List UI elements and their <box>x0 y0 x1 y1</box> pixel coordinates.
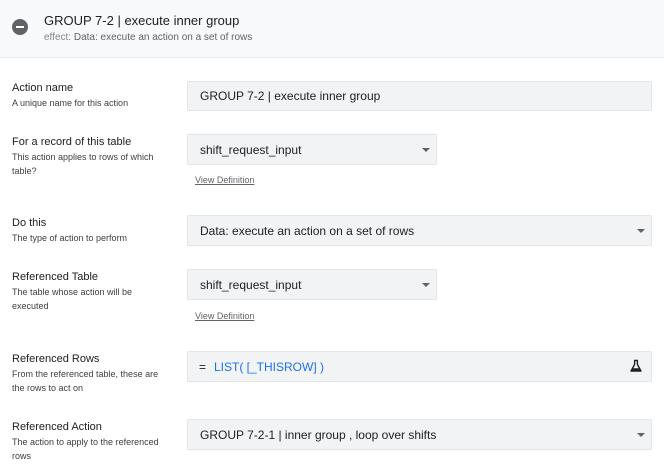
ref-table-label-block: Referenced Table The table whose action … <box>12 271 162 313</box>
action-name-value: GROUP 7-2 | execute inner group <box>200 89 381 103</box>
ref-action-value: GROUP 7-2-1 | inner group , loop over sh… <box>200 427 437 442</box>
expression-equals-sign: = <box>199 360 207 374</box>
ref-table-select[interactable]: shift_request_input <box>187 269 437 300</box>
ref-table-view-definition-link[interactable]: View Definition <box>195 311 254 321</box>
action-name-label: Action name <box>12 82 74 94</box>
ref-action-dropdown-arrow-icon <box>637 432 645 437</box>
table-help: This action applies to rows of which tab… <box>12 152 154 176</box>
table-label: For a record of this table <box>12 136 132 148</box>
ref-table-dropdown-arrow-icon <box>422 282 430 287</box>
ref-table-help: The table whose action will be executed <box>12 287 133 311</box>
ref-rows-expression: LIST( [_THISROW] ) <box>214 360 325 374</box>
ref-action-help: The action to apply to the referenced ro… <box>12 437 159 461</box>
do-this-label: Do this <box>12 217 47 229</box>
table-dropdown-arrow-icon <box>422 147 430 152</box>
action-title: GROUP 7-2 | execute inner group <box>44 13 240 28</box>
collapse-minus-icon[interactable] <box>12 19 28 35</box>
do-this-help: The type of action to perform <box>12 233 128 243</box>
table-select[interactable]: shift_request_input <box>187 134 437 165</box>
action-header[interactable]: GROUP 7-2 | execute inner group effect: … <box>0 0 664 58</box>
do-this-select[interactable]: Data: execute an action on a set of rows <box>187 215 652 246</box>
ref-rows-help: From the referenced table, these are the… <box>12 369 159 393</box>
ref-rows-label: Referenced Rows <box>12 353 100 365</box>
ref-action-select[interactable]: GROUP 7-2-1 | inner group , loop over sh… <box>187 419 652 450</box>
flask-icon[interactable] <box>629 359 643 373</box>
ref-rows-expression-input[interactable]: = LIST( [_THISROW] ) <box>187 351 652 382</box>
ref-rows-label-block: Referenced Rows From the referenced tabl… <box>12 353 162 395</box>
table-select-value: shift_request_input <box>200 142 302 157</box>
do-this-label-block: Do this The type of action to perform <box>12 217 172 245</box>
do-this-dropdown-arrow-icon <box>637 228 645 233</box>
action-name-input[interactable]: GROUP 7-2 | execute inner group <box>187 81 652 111</box>
table-label-block: For a record of this table This action a… <box>12 136 162 178</box>
ref-action-label-block: Referenced Action The action to apply to… <box>12 421 162 463</box>
action-effect: effect: Data: execute an action on a set… <box>44 32 252 43</box>
effect-text: Data: execute an action on a set of rows <box>73 32 253 43</box>
action-name-help: A unique name for this action <box>12 98 129 108</box>
do-this-value: Data: execute an action on a set of rows <box>200 223 415 238</box>
table-view-definition-link[interactable]: View Definition <box>195 175 254 185</box>
ref-action-label: Referenced Action <box>12 421 102 433</box>
action-name-label-block: Action name A unique name for this actio… <box>12 82 172 110</box>
ref-table-value: shift_request_input <box>200 277 302 292</box>
effect-prefix: effect: <box>44 32 72 43</box>
ref-table-label: Referenced Table <box>12 271 99 283</box>
